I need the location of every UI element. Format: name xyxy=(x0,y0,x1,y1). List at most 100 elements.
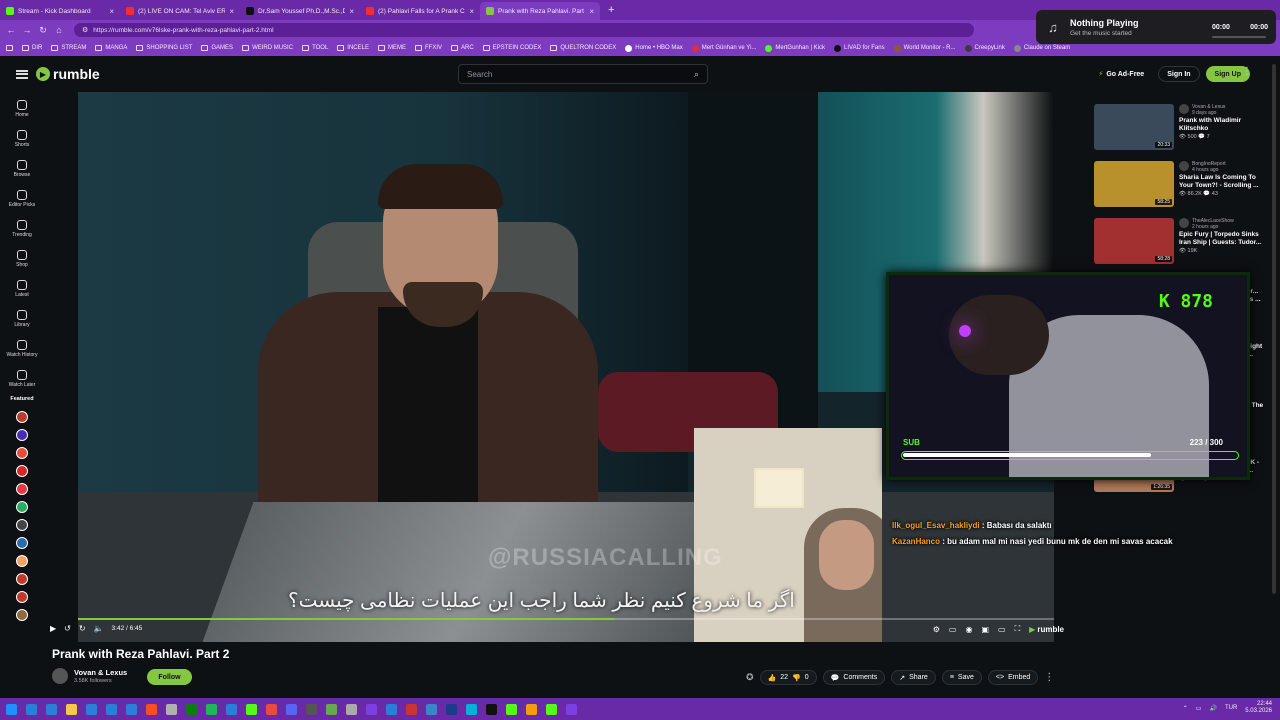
url-field[interactable]: ⚙ https://rumble.com/v76lske-prank-with-… xyxy=(74,23,974,37)
bookmark-item[interactable]: LIVAD for Fans xyxy=(834,44,885,52)
featured-channel-avatar[interactable] xyxy=(16,591,28,603)
menu-icon[interactable] xyxy=(16,69,28,79)
rumble-logo[interactable]: ▶ rumble xyxy=(36,66,100,82)
featured-channel-avatar[interactable] xyxy=(16,573,28,585)
boost-icon[interactable]: ✪ xyxy=(746,672,754,683)
browser-tab[interactable]: (2) LIVE ON CAM: Tel Aviv ERUPTS...× xyxy=(120,2,240,20)
captions-icon[interactable]: ▭ xyxy=(949,625,957,634)
tab-close-icon[interactable]: × xyxy=(469,7,474,16)
bookmarks-apps-icon[interactable] xyxy=(6,45,13,51)
tab-close-icon[interactable]: × xyxy=(589,7,594,16)
bookmark-item[interactable]: Mert Günhan ve Yi... xyxy=(691,44,756,52)
featured-channel-avatar[interactable] xyxy=(16,555,28,567)
sidebar-item-browse[interactable]: Browse xyxy=(0,160,44,178)
save-button[interactable]: ≡ Save xyxy=(941,670,982,685)
recommendation-channel-avatar[interactable] xyxy=(1179,104,1189,114)
network-icon[interactable]: ▭ xyxy=(1196,705,1202,712)
taskbar-app-icon[interactable] xyxy=(326,703,337,715)
channel-name[interactable]: Vovan & Lexus xyxy=(74,668,127,677)
forward-10-icon[interactable]: ↻ xyxy=(79,624,86,633)
bookmark-item[interactable]: EPSTEIN CODEX xyxy=(482,45,541,51)
follow-button[interactable]: Follow xyxy=(147,669,192,685)
bookmark-item[interactable]: TOOL xyxy=(302,45,328,51)
search-icon[interactable]: ⌕ xyxy=(694,69,699,80)
home-icon[interactable]: ⌂ xyxy=(54,25,64,35)
language-indicator[interactable]: TUR xyxy=(1225,705,1237,711)
site-info-icon[interactable]: ⚙ xyxy=(82,26,88,34)
recommendation-card[interactable]: 58:25 BongInoReport 4 hours ago Sharia Law … xyxy=(1094,161,1266,218)
taskbar-app-icon[interactable] xyxy=(426,703,437,715)
recommendation-card[interactable]: 20:33 Vovan & Lexus 9 days ago Prank with W… xyxy=(1094,104,1266,161)
start-button[interactable] xyxy=(6,703,17,715)
taskbar-app-icon[interactable] xyxy=(506,703,517,715)
sidebar-item-editor-picks[interactable]: Editor Picks xyxy=(0,190,44,208)
featured-channel-avatar[interactable] xyxy=(16,537,28,549)
browser-tab[interactable]: Prank with Reza Pahlavi. Part 2 × xyxy=(480,2,600,20)
browser-tab[interactable]: (2) Pahlavi Falls for A Prank Call, Pa..… xyxy=(360,2,480,20)
recommendation-channel-avatar[interactable] xyxy=(1179,161,1189,171)
new-tab-icon[interactable]: + xyxy=(600,4,622,16)
bookmark-item[interactable]: Claude on Steam xyxy=(1013,44,1070,52)
taskbar-app-icon[interactable] xyxy=(466,703,477,715)
vote-button[interactable]: 👍 22 👎 0 xyxy=(759,670,817,685)
channel-info[interactable]: Vovan & Lexus 3.58K followers xyxy=(52,668,127,684)
taskbar-app-icon[interactable] xyxy=(146,703,157,715)
sidebar-item-latest[interactable]: Latest xyxy=(0,280,44,298)
recommendation-title[interactable]: Epic Fury | Torpedo Sinks Iran Ship | Gu… xyxy=(1179,231,1265,247)
fullscreen-icon[interactable]: ⛶ xyxy=(1015,624,1021,634)
bookmark-item[interactable]: FFXIV xyxy=(414,45,442,51)
thumbs-up-icon[interactable]: 👍 xyxy=(768,674,777,682)
taskbar-app-icon[interactable] xyxy=(226,703,237,715)
pip-icon[interactable]: ▣ xyxy=(981,625,989,634)
video-progress-bar[interactable] xyxy=(78,618,1054,620)
recommendation-channel-avatar[interactable] xyxy=(1179,218,1189,228)
taskbar-app-icon[interactable] xyxy=(246,703,257,715)
taskbar-app-icon[interactable] xyxy=(206,703,217,715)
sidebar-item-shop[interactable]: Shop xyxy=(0,250,44,268)
sidebar-item-home[interactable]: Home xyxy=(0,100,44,118)
featured-channel-avatar[interactable] xyxy=(16,465,28,477)
recommendation-thumbnail[interactable]: 58:25 xyxy=(1094,161,1174,207)
recommendation-title[interactable]: Sharia Law Is Coming To Your Town?! - Sc… xyxy=(1179,174,1265,190)
sidebar-item-watch-later[interactable]: Watch Later xyxy=(0,370,44,388)
video-more-icon[interactable]: ⋮ xyxy=(1044,672,1054,683)
recommendation-card[interactable]: 58:28 TheAlecLaceShow 2 hours ago Epic Fury… xyxy=(1094,218,1266,275)
sign-in-button[interactable]: Sign In xyxy=(1158,66,1200,82)
bookmark-item[interactable]: MEME xyxy=(377,45,406,51)
taskbar-app-icon[interactable] xyxy=(66,703,77,715)
taskbar-app-icon[interactable] xyxy=(286,703,297,715)
taskbar-app-icon[interactable] xyxy=(166,703,177,715)
tab-close-icon[interactable]: × xyxy=(109,7,114,16)
bookmark-item[interactable]: GAMES xyxy=(201,45,233,51)
browser-tab[interactable]: Dr.Sam Youssef Ph.D.,M.Sc.,DPT. on X× xyxy=(240,2,360,20)
autoplay-toggle[interactable]: ◉ xyxy=(965,625,972,634)
volume-tray-icon[interactable]: 🔊 xyxy=(1209,705,1216,712)
taskbar-app-icon[interactable] xyxy=(386,703,397,715)
featured-channel-avatar[interactable] xyxy=(16,609,28,621)
sidebar-item-watch-history[interactable]: Watch History xyxy=(0,340,44,358)
taskbar-app-icon[interactable] xyxy=(366,703,377,715)
featured-channel-avatar[interactable] xyxy=(16,483,28,495)
recommendation-title[interactable]: Prank with Wladimir Klitschko xyxy=(1179,117,1265,133)
featured-channel-avatar[interactable] xyxy=(16,501,28,513)
featured-channel-avatar[interactable] xyxy=(16,447,28,459)
share-button[interactable]: ↗ Share xyxy=(891,670,936,685)
sidebar-item-trending[interactable]: Trending xyxy=(0,220,44,238)
bookmark-item[interactable]: DIR xyxy=(22,45,42,51)
bookmark-item[interactable]: INCELE xyxy=(337,45,369,51)
header-more-icon[interactable]: ⋮ xyxy=(1242,66,1252,77)
sidebar-item-library[interactable]: Library xyxy=(0,310,44,328)
bookmark-item[interactable]: STREAM xyxy=(51,45,86,51)
channel-avatar[interactable] xyxy=(52,668,68,684)
taskbar-app-icon[interactable] xyxy=(186,703,197,715)
bookmark-item[interactable]: MANGA xyxy=(95,45,127,51)
taskbar-app-icon[interactable] xyxy=(86,703,97,715)
bookmark-item[interactable]: WEIRD MUSIC xyxy=(242,45,293,51)
taskbar-app-icon[interactable] xyxy=(46,703,57,715)
featured-channel-avatar[interactable] xyxy=(16,411,28,423)
media-widget[interactable]: ♫ Nothing Playing Get the music started … xyxy=(1036,10,1276,44)
sidebar-item-shorts[interactable]: Shorts xyxy=(0,130,44,148)
media-progress-bar[interactable] xyxy=(1212,35,1266,38)
bookmark-item[interactable]: QUELTRON CODEX xyxy=(550,45,616,51)
bookmark-item[interactable]: SHOPPING LIST xyxy=(136,45,192,51)
